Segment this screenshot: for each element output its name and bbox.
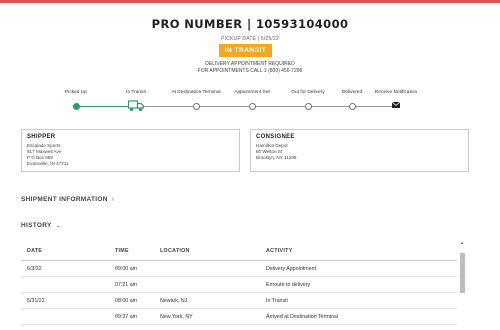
appointment-notice: DELIVERY APPOINTMENT REQUIRED: [205, 61, 295, 67]
cell-activity: Arrived at Destination Terminal: [266, 314, 339, 320]
chevron-right-icon: ›: [111, 197, 115, 203]
step-label: Appointment Set: [234, 90, 270, 95]
step-appointment-set: Appointment Set: [222, 90, 282, 110]
mail-icon[interactable]: [392, 102, 400, 108]
cell-date: 5/31/22: [27, 298, 45, 304]
chevron-down-icon: ⌄: [55, 223, 61, 229]
column-header-date: DATE: [27, 248, 43, 254]
column-header-activity: ACTIVITY: [266, 248, 293, 254]
pickup-date: PICKUP DATE | 6/25/22: [221, 36, 279, 42]
step-dot-pending: [348, 103, 356, 110]
cell-activity: Enroute to delivery: [266, 282, 311, 288]
history-scrollbar[interactable]: ▲: [459, 240, 465, 329]
consignee-card: CONSIGNEE Hamilton Depot 80 Welton St Br…: [250, 129, 469, 172]
page-title: PRO NUMBER | 10593104000: [151, 17, 349, 31]
step-label: In Transit: [126, 90, 146, 95]
step-label: Picked Up: [65, 90, 87, 95]
column-header-location: LOCATION: [160, 248, 190, 254]
shipment-information-toggle[interactable]: SHIPMENT INFORMATION ›: [21, 196, 114, 203]
column-header-time: TIME: [115, 248, 129, 254]
shipper-title: SHIPPER: [27, 134, 56, 140]
step-label: At Destination Terminal: [171, 90, 221, 95]
shipper-card: SHIPPER Escalade Sports 817 Maxwell Ave …: [21, 129, 240, 172]
history-toggle[interactable]: HISTORY ⌄: [21, 222, 61, 229]
cell-date: 6/3/22: [27, 266, 42, 272]
history-header-row: DATE TIME LOCATION ACTIVITY: [21, 248, 468, 256]
cell-time: 09:37 am: [115, 314, 138, 320]
consignee-city: Brooklyn, NY 11208: [256, 155, 297, 160]
top-accent-bar: [0, 0, 500, 3]
step-at-destination-terminal: At Destination Terminal: [166, 90, 226, 110]
shipper-city: Evansville, IN 47711: [27, 161, 69, 166]
receive-notification-button[interactable]: Receive Notification: [366, 90, 426, 108]
cell-time: 07:21 am: [115, 282, 138, 288]
cell-time: 09:00 am: [115, 266, 138, 272]
appointment-phone: FOR APPOINTMENTS CALL 1 (800) 456-7296: [197, 68, 303, 74]
table-row: 07:21 am Enroute to delivery: [21, 277, 457, 293]
cell-location: New York, NY: [160, 314, 193, 320]
history-table[interactable]: DATE TIME LOCATION ACTIVITY 6/3/22 09:00…: [21, 239, 468, 330]
scroll-up-icon[interactable]: ▲: [459, 240, 465, 245]
cell-time: 08:00 am: [115, 298, 138, 304]
scrollbar-thumb[interactable]: [460, 253, 465, 293]
history-label: HISTORY: [21, 222, 52, 229]
step-dot-pending: [192, 103, 200, 110]
cell-activity: In Transit: [266, 298, 288, 304]
table-row: 6/3/22 09:00 am Delivery Appointment: [21, 261, 457, 277]
truck-icon: [127, 99, 144, 112]
step-picked-up: Picked Up: [46, 90, 106, 110]
step-in-transit: In Transit: [106, 90, 166, 112]
table-row: 09:37 am New York, NY Arrived at Destina…: [21, 309, 457, 325]
table-row: 5/31/22 08:00 am Newark, NJ In Transit: [21, 293, 457, 309]
step-dot-completed: [72, 103, 80, 110]
step-dot-pending: [248, 103, 256, 110]
consignee-title: CONSIGNEE: [256, 134, 295, 140]
cell-activity: Delivery Appointment: [266, 266, 317, 272]
step-dot-pending: [304, 103, 312, 110]
status-badge: IN TRANSIT: [219, 44, 272, 57]
shipment-information-label: SHIPMENT INFORMATION: [21, 196, 108, 203]
cell-location: Newark, NJ: [160, 298, 188, 304]
step-label: Receive Notification: [374, 90, 418, 95]
